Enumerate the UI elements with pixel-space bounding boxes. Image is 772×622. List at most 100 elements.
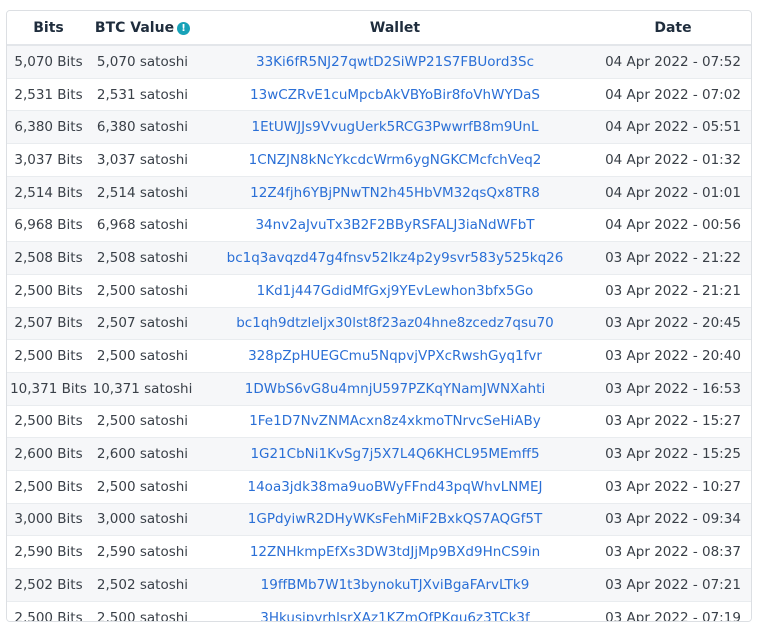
date-cell: 04 Apr 2022 - 07:02 (595, 78, 751, 112)
table-row: 10,371 Bits 10,371 satoshi 1DWbS6vG8u4mnjU… (7, 372, 751, 406)
bits-cell: 2,507 Bits (7, 307, 90, 341)
wallet-link[interactable]: 3HkusipvrhlsrXAz1KZmQfPKgu6z3TCk3f (260, 610, 529, 621)
bits-cell: 2,600 Bits (7, 437, 90, 471)
bits-cell: 2,502 Bits (7, 568, 90, 602)
btc-value-cell: 2,500 satoshi (90, 601, 195, 621)
btc-value-cell: 2,600 satoshi (90, 437, 195, 471)
header-bits: Bits (7, 11, 90, 46)
btc-value-cell: 2,507 satoshi (90, 307, 195, 341)
wallet-link[interactable]: 33Ki6fR5NJ27qwtD2SiWP21S7FBUord3Sc (256, 54, 534, 70)
date-cell: 03 Apr 2022 - 07:19 (595, 601, 751, 621)
wallet-link[interactable]: 1Fe1D7NvZNMAcxn8z4xkmoTNrvcSeHiABy (249, 413, 541, 429)
table-header-row: Bits BTC Value! Wallet Date (7, 11, 751, 46)
date-cell: 03 Apr 2022 - 20:45 (595, 307, 751, 341)
table-row: 2,502 Bits 2,502 satoshi 19ffBMb7W1t3bynok… (7, 568, 751, 602)
bits-cell: 2,531 Bits (7, 78, 90, 112)
wallet-cell: 12ZNHkmpEfXs3DW3tdJjMp9BXd9HnCS9in (195, 535, 595, 569)
info-icon[interactable]: ! (177, 21, 191, 35)
table-row: 2,500 Bits 2,500 satoshi 1Kd1j447GdidMfGxj… (7, 274, 751, 308)
wallet-link[interactable]: 12ZNHkmpEfXs3DW3tdJjMp9BXd9HnCS9in (250, 544, 540, 560)
bits-cell: 2,500 Bits (7, 601, 90, 621)
header-btc-value-label: BTC Value (94, 19, 175, 36)
date-cell: 04 Apr 2022 - 07:52 (595, 45, 751, 79)
wallet-link[interactable]: 1G21CbNi1KvSg7j5X7L4Q6KHCL95MEmff5 (250, 446, 539, 462)
wallet-cell: bc1q3avqzd47g4fnsv52lkz4p2y9svr583y525kq… (195, 241, 595, 275)
table-row: 5,070 Bits 5,070 satoshi 33Ki6fR5NJ27qwtD2… (7, 45, 751, 79)
wallet-link[interactable]: 1GPdyiwR2DHyWKsFehMiF2BxkQS7AQGf5T (248, 511, 542, 527)
wallet-cell: 1EtUWJJs9VvugUerk5RCG3PwwrfB8m9UnL (195, 110, 595, 145)
wallet-link[interactable]: 34nv2aJvuTx3B2F2BByRSFALJ3iaNdWFbT (255, 217, 534, 233)
wallet-link[interactable]: 14oa3jdk38ma9uoBWyFFnd43pqWhvLNMEJ (248, 479, 543, 495)
bits-cell: 3,037 Bits (7, 143, 90, 177)
wallet-link[interactable]: bc1q3avqzd47g4fnsv52lkz4p2y9svr583y525kq… (227, 250, 564, 266)
bits-cell: 3,000 Bits (7, 503, 90, 537)
table-row: 2,508 Bits 2,508 satoshi bc1q3avqzd47g4fns… (7, 241, 751, 275)
bits-cell: 6,968 Bits (7, 208, 90, 243)
btc-value-cell: 6,968 satoshi (90, 208, 195, 243)
date-cell: 03 Apr 2022 - 15:27 (595, 405, 751, 439)
date-cell: 04 Apr 2022 - 01:32 (595, 143, 751, 177)
wallet-cell: 1CNZJN8kNcYkcdcWrm6ygNGKCMcfchVeq2 (195, 143, 595, 177)
wallet-cell: 1DWbS6vG8u4mnjU597PZKqYNamJWNXahti (195, 372, 595, 406)
wallet-cell: 1Fe1D7NvZNMAcxn8z4xkmoTNrvcSeHiABy (195, 405, 595, 439)
wallet-cell: 14oa3jdk38ma9uoBWyFFnd43pqWhvLNMEJ (195, 470, 595, 504)
wallet-cell: 1GPdyiwR2DHyWKsFehMiF2BxkQS7AQGf5T (195, 503, 595, 537)
wallet-link[interactable]: 19ffBMb7W1t3bynokuTJXviBgaFArvLTk9 (261, 577, 530, 593)
table-row: 6,968 Bits 6,968 satoshi 34nv2aJvuTx3B2F2B… (7, 208, 751, 243)
table-row: 2,514 Bits 2,514 satoshi 12Z4fjh6YBjPNwTN2… (7, 176, 751, 210)
date-cell: 03 Apr 2022 - 07:21 (595, 568, 751, 602)
btc-value-cell: 2,500 satoshi (90, 470, 195, 504)
table-row: 2,500 Bits 2,500 satoshi 328pZpHUEGCmu5Nqp… (7, 339, 751, 373)
date-cell: 03 Apr 2022 - 20:40 (595, 339, 751, 373)
btc-value-cell: 2,508 satoshi (90, 241, 195, 275)
btc-value-cell: 2,514 satoshi (90, 176, 195, 210)
wallet-cell: 13wCZRvE1cuMpcbAkVBYoBir8foVhWYDaS (195, 78, 595, 112)
bits-cell: 10,371 Bits (7, 372, 90, 406)
wallet-cell: 3HkusipvrhlsrXAz1KZmQfPKgu6z3TCk3f (195, 601, 595, 621)
wallet-link[interactable]: 328pZpHUEGCmu5NqpvjVPXcRwshGyq1fvr (248, 348, 542, 364)
wallet-cell: bc1qh9dtzleljx30lst8f23az04hne8zcedz7qsu… (195, 307, 595, 341)
bits-cell: 2,500 Bits (7, 274, 90, 308)
wallet-link[interactable]: 13wCZRvE1cuMpcbAkVBYoBir8foVhWYDaS (250, 87, 540, 103)
btc-value-cell: 10,371 satoshi (90, 372, 195, 406)
header-date: Date (595, 11, 751, 46)
wallet-link[interactable]: 1EtUWJJs9VvugUerk5RCG3PwwrfB8m9UnL (252, 119, 539, 135)
table-row: 6,380 Bits 6,380 satoshi 1EtUWJJs9VvugUerk… (7, 110, 751, 145)
btc-value-cell: 2,590 satoshi (90, 535, 195, 569)
date-cell: 03 Apr 2022 - 16:53 (595, 372, 751, 406)
wallet-link[interactable]: bc1qh9dtzleljx30lst8f23az04hne8zcedz7qsu… (236, 315, 554, 331)
date-cell: 03 Apr 2022 - 21:21 (595, 274, 751, 308)
bits-cell: 2,500 Bits (7, 470, 90, 504)
date-cell: 03 Apr 2022 - 09:34 (595, 503, 751, 537)
btc-value-cell: 3,000 satoshi (90, 503, 195, 537)
header-wallet: Wallet (195, 11, 595, 46)
table-row: 2,500 Bits 2,500 satoshi 3HkusipvrhlsrXAz1… (7, 601, 751, 621)
transactions-table: Bits BTC Value! Wallet Date 5,070 Bits 5,… (7, 11, 751, 621)
wallet-cell: 19ffBMb7W1t3bynokuTJXviBgaFArvLTk9 (195, 568, 595, 602)
btc-value-cell: 2,500 satoshi (90, 339, 195, 373)
wallet-link[interactable]: 1CNZJN8kNcYkcdcWrm6ygNGKCMcfchVeq2 (249, 152, 542, 168)
bits-cell: 2,514 Bits (7, 176, 90, 210)
btc-value-cell: 3,037 satoshi (90, 143, 195, 177)
btc-value-cell: 2,502 satoshi (90, 568, 195, 602)
wallet-cell: 33Ki6fR5NJ27qwtD2SiWP21S7FBUord3Sc (195, 45, 595, 79)
bits-cell: 5,070 Bits (7, 45, 90, 79)
header-btc-value: BTC Value! (90, 11, 195, 46)
wallet-cell: 34nv2aJvuTx3B2F2BByRSFALJ3iaNdWFbT (195, 208, 595, 243)
table-body: 5,070 Bits 5,070 satoshi 33Ki6fR5NJ27qwtD2… (7, 45, 751, 621)
wallet-link[interactable]: 1Kd1j447GdidMfGxj9YEvLewhon3bfx5Go (257, 283, 534, 299)
table-row: 2,590 Bits 2,590 satoshi 12ZNHkmpEfXs3DW3t… (7, 535, 751, 569)
bits-cell: 6,380 Bits (7, 110, 90, 145)
table-row: 2,500 Bits 2,500 satoshi 14oa3jdk38ma9uoBW… (7, 470, 751, 504)
wallet-cell: 1G21CbNi1KvSg7j5X7L4Q6KHCL95MEmff5 (195, 437, 595, 471)
date-cell: 03 Apr 2022 - 08:37 (595, 535, 751, 569)
table-row: 3,000 Bits 3,000 satoshi 1GPdyiwR2DHyWKsFe… (7, 503, 751, 537)
wallet-link[interactable]: 12Z4fjh6YBjPNwTN2h45HbVM32qsQx8TR8 (250, 185, 540, 201)
bits-cell: 2,508 Bits (7, 241, 90, 275)
table-row: 2,531 Bits 2,531 satoshi 13wCZRvE1cuMpcbAk… (7, 78, 751, 112)
table-row: 3,037 Bits 3,037 satoshi 1CNZJN8kNcYkcdcWr… (7, 143, 751, 177)
wallet-link[interactable]: 1DWbS6vG8u4mnjU597PZKqYNamJWNXahti (245, 381, 545, 397)
bits-cell: 2,590 Bits (7, 535, 90, 569)
btc-value-cell: 5,070 satoshi (90, 45, 195, 79)
table-row: 2,600 Bits 2,600 satoshi 1G21CbNi1KvSg7j5X… (7, 437, 751, 471)
